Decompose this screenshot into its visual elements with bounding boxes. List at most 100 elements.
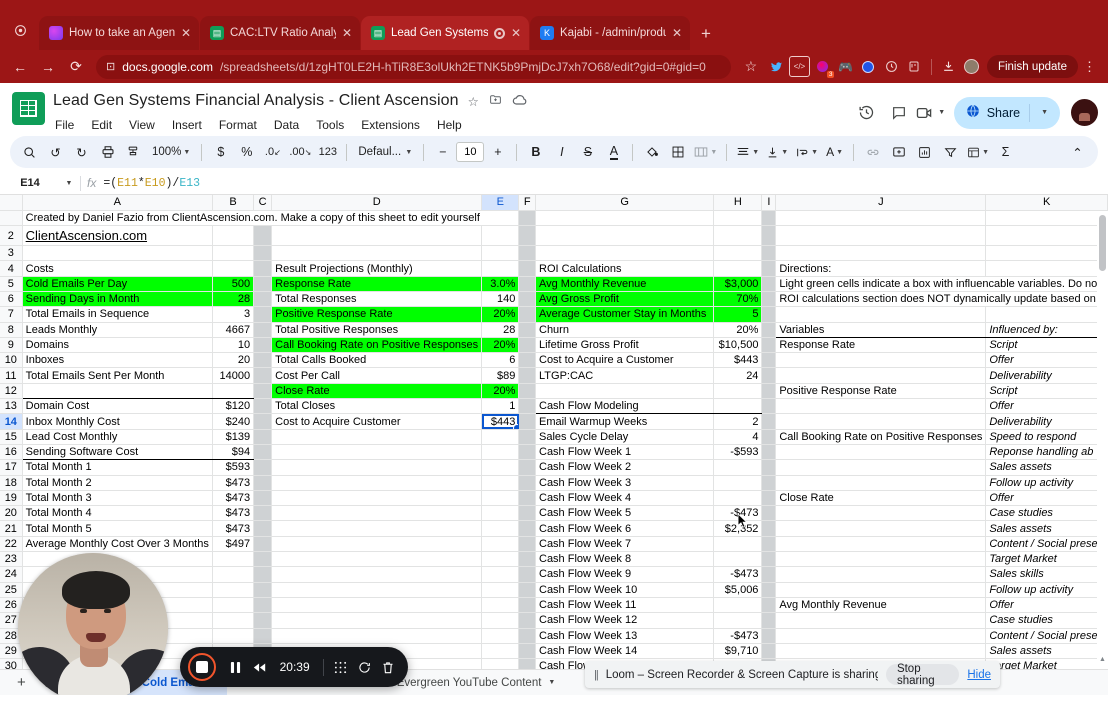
row-header[interactable]: 21 xyxy=(0,520,23,537)
cell-H23[interactable] xyxy=(713,551,763,568)
cell-G13[interactable]: Cash Flow Modeling xyxy=(535,398,715,415)
cell-D21[interactable] xyxy=(271,520,483,537)
cell-F13[interactable] xyxy=(518,398,536,415)
cell-C28[interactable] xyxy=(253,628,273,644)
move-to-folder-icon[interactable] xyxy=(488,93,503,109)
cell-B10[interactable]: 20 xyxy=(212,352,255,369)
cell-I5[interactable] xyxy=(761,276,777,292)
font-family-selector[interactable]: Defaul... ▼ xyxy=(353,139,417,165)
paint-format-icon[interactable] xyxy=(121,139,146,165)
cell-G16[interactable]: Cash Flow Week 1 xyxy=(535,444,715,461)
cell-I29[interactable] xyxy=(761,643,777,660)
cell-K12[interactable]: Script xyxy=(985,383,1108,400)
row-header[interactable]: 22 xyxy=(0,536,23,553)
cell-K29[interactable]: Sales assets xyxy=(985,643,1108,660)
cell-I1[interactable] xyxy=(761,210,777,227)
column-header-E[interactable]: E xyxy=(481,195,520,211)
column-header-J[interactable]: J xyxy=(775,195,987,211)
cell-I28[interactable] xyxy=(761,628,777,644)
cell-B7[interactable]: 3 xyxy=(212,306,255,323)
scroll-up-icon[interactable]: ▲ xyxy=(1098,656,1107,665)
cell-G12[interactable] xyxy=(535,383,715,400)
sheet-tab-2[interactable]: Evergreen YouTube Content ▼ xyxy=(385,670,568,696)
search-icon[interactable] xyxy=(17,139,42,165)
table-row[interactable]: 13 Domain Cost $120 Total Closes 1 Cash … xyxy=(0,398,1108,415)
cell-B26[interactable] xyxy=(212,597,255,614)
cell-K1[interactable] xyxy=(985,210,1108,227)
cell-E16[interactable] xyxy=(481,444,520,461)
cell-C9[interactable] xyxy=(253,337,273,354)
cell-B20[interactable]: $473 xyxy=(212,505,255,522)
cell-G5[interactable]: Avg Monthly Revenue xyxy=(535,276,715,292)
cell-F28[interactable] xyxy=(518,628,536,644)
font-size-input[interactable]: 10 xyxy=(456,142,485,162)
cell-H19[interactable] xyxy=(713,490,763,507)
cell-H15[interactable]: 4 xyxy=(713,429,763,445)
cell-G1[interactable] xyxy=(535,210,715,227)
cell-A9[interactable]: Domains xyxy=(22,337,213,354)
spreadsheet-grid[interactable]: A B C D E F G H I J K Created by Daniel … xyxy=(0,195,1108,695)
cell-G9[interactable]: Lifetime Gross Profit xyxy=(535,337,715,354)
row-header[interactable] xyxy=(0,210,23,227)
cell-E11[interactable]: $89 xyxy=(481,367,520,384)
italic-button[interactable]: I xyxy=(549,139,574,165)
table-row[interactable]: 11 Total Emails Sent Per Month 14000 Cos… xyxy=(0,367,1108,384)
cell-I23[interactable] xyxy=(761,551,777,568)
cell-I22[interactable] xyxy=(761,536,777,553)
menu-insert[interactable]: Insert xyxy=(170,117,204,133)
increase-font-size-button[interactable]: + xyxy=(485,139,510,165)
cell-J1[interactable] xyxy=(775,210,987,227)
cell-H7[interactable]: 5 xyxy=(713,306,763,323)
cell-E14-selected[interactable]: $443 xyxy=(481,413,520,430)
cell-H14[interactable]: 2 xyxy=(713,413,763,430)
cell-G2[interactable] xyxy=(535,225,715,247)
cell-I25[interactable] xyxy=(761,582,777,598)
percent-format-button[interactable]: % xyxy=(234,139,259,165)
currency-format-button[interactable]: $ xyxy=(208,139,233,165)
column-header-D[interactable]: D xyxy=(271,195,483,211)
cell-C25[interactable] xyxy=(253,582,273,598)
text-rotation-button[interactable]: A ▼ xyxy=(822,139,847,165)
cell-I17[interactable] xyxy=(761,459,777,476)
cell-B14[interactable]: $240 xyxy=(212,413,255,430)
cell-I19[interactable] xyxy=(761,490,777,507)
cell-J8[interactable]: Variables xyxy=(775,322,987,338)
cell-G7[interactable]: Average Customer Stay in Months xyxy=(535,306,715,323)
cell-H28[interactable]: -$473 xyxy=(713,628,763,644)
cell-H25[interactable]: $5,006 xyxy=(713,582,763,598)
create-filter-icon[interactable] xyxy=(938,139,963,165)
cloud-saved-icon[interactable] xyxy=(512,94,528,109)
cell-K20[interactable]: Case studies xyxy=(985,505,1108,522)
strikethrough-button[interactable]: S xyxy=(575,139,600,165)
cell-G22[interactable]: Cash Flow Week 7 xyxy=(535,536,715,553)
cell-G24[interactable]: Cash Flow Week 9 xyxy=(535,566,715,583)
row-header[interactable]: 5 xyxy=(0,276,23,292)
cell-I21[interactable] xyxy=(761,520,777,537)
cell-D14[interactable]: Cost to Acquire Customer xyxy=(271,413,483,430)
cell-D28[interactable] xyxy=(271,628,483,644)
cell-J29[interactable] xyxy=(775,643,987,660)
cell-G26[interactable]: Cash Flow Week 11 xyxy=(535,597,715,614)
cell-H1[interactable] xyxy=(713,210,763,227)
meet-camera-icon[interactable]: ▼ xyxy=(916,98,946,128)
cell-I11[interactable] xyxy=(761,367,777,384)
cell-H10[interactable]: $443 xyxy=(713,352,763,369)
cell-K10[interactable]: Offer xyxy=(985,352,1108,369)
cell-A20[interactable]: Total Month 4 xyxy=(22,505,213,522)
cell-C2[interactable] xyxy=(253,225,273,247)
cell-A4[interactable]: Costs xyxy=(22,260,213,277)
table-row[interactable]: 3 xyxy=(0,245,1108,262)
cell-J2[interactable] xyxy=(775,225,987,247)
cell-A12[interactable] xyxy=(22,383,213,400)
table-row[interactable]: 15 Lead Cost Monthly $139 Sales Cycle De… xyxy=(0,429,1108,445)
cell-I7[interactable] xyxy=(761,306,777,323)
chevron-down-icon[interactable]: ▼ xyxy=(548,679,555,686)
cell-J13[interactable] xyxy=(775,398,987,415)
close-icon[interactable]: ✕ xyxy=(672,27,682,39)
cell-A13[interactable]: Domain Cost xyxy=(22,398,213,415)
cell-F21[interactable] xyxy=(518,520,536,537)
cell-J26[interactable]: Avg Monthly Revenue xyxy=(775,597,987,614)
cell-F3[interactable] xyxy=(518,245,536,262)
cell-J20[interactable] xyxy=(775,505,987,522)
cell-A7[interactable]: Total Emails in Sequence xyxy=(22,306,213,323)
